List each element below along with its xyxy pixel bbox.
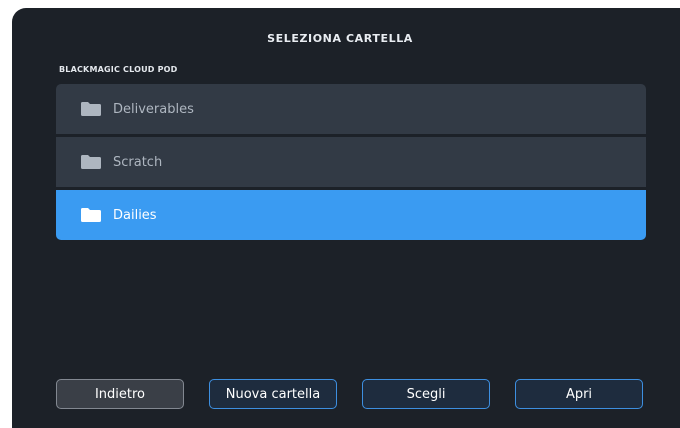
folder-icon	[81, 155, 101, 169]
folder-row-dailies[interactable]: Dailies	[56, 190, 646, 240]
folder-list: Deliverables Scratch Dailies	[56, 84, 646, 243]
new-folder-button[interactable]: Nuova cartella	[209, 379, 337, 409]
folder-icon	[81, 102, 101, 116]
dialog-title: SELEZIONA CARTELLA	[267, 32, 413, 45]
choose-button[interactable]: Scegli	[362, 379, 490, 409]
folder-row-scratch[interactable]: Scratch	[56, 137, 646, 187]
folder-row-deliverables[interactable]: Deliverables	[56, 84, 646, 134]
folder-label: Deliverables	[113, 101, 194, 117]
folder-label: Dailies	[113, 207, 157, 223]
folder-label: Scratch	[113, 154, 163, 170]
back-button[interactable]: Indietro	[56, 379, 184, 409]
button-bar: Indietro Nuova cartella Scegli Apri	[56, 379, 646, 411]
open-button[interactable]: Apri	[515, 379, 643, 409]
folder-picker-screen: SELEZIONA CARTELLA BLACKMAGIC CLOUD POD …	[12, 8, 680, 428]
folder-icon	[81, 208, 101, 222]
location-label: BLACKMAGIC CLOUD POD	[59, 65, 178, 74]
